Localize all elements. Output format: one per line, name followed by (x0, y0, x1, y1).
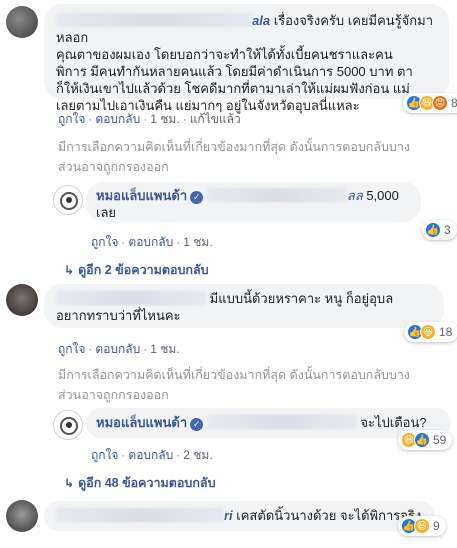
reaction-summary[interactable]: 👍 😆 9 (398, 516, 446, 536)
comment-text: ก็ให้เงินเขาไปแล้วด้วย โชคดีมากที่ตามาเล… (56, 81, 410, 96)
mention-tail[interactable]: ลล (347, 188, 363, 203)
comment-actions: ถูกใจ · ตอบกลับ · 1 ชม. (58, 342, 180, 356)
reply-text: จะไปเตือน? (360, 415, 427, 430)
reaction-count: 18 (439, 325, 453, 339)
timestamp[interactable]: 1 ชม. (150, 342, 179, 356)
reply-bubble: หมอแล็บแพนด้า ✓ ลล 5,000 เลย (86, 182, 421, 222)
mention-blurred[interactable] (206, 188, 347, 202)
commenter-avatar[interactable] (6, 284, 38, 316)
comment-line: ala เรื่องจริงครับ เคยมีคนรู้จักมาหลอก (56, 12, 437, 46)
reply-line: หมอแล็บแพนด้า ✓ ลล 5,000 (96, 187, 411, 204)
comment-bubble: มีแบบนี้ด้วยหราคาะ หนู ก็อยู่อุบล อยากทร… (44, 284, 444, 328)
verified-icon: ✓ (190, 418, 204, 431)
comment-bubble: ri เคสตัดนิ้วนางด้วย จะได้พิการจริง (44, 501, 434, 531)
filter-notice: มีการเลือกความคิดเห็นที่เกี่ยวข้องมากที่… (58, 140, 410, 174)
reply-avatar[interactable] (53, 410, 83, 440)
reaction-count: 3 (444, 223, 451, 237)
comment-line: ri เคสตัดนิ้วนางด้วย จะได้พิการจริง (56, 507, 422, 524)
comment-actions: ถูกใจ · ตอบกลับ · 1 ชม. · แก้ไขแล้ว (58, 112, 241, 126)
like-link[interactable]: ถูกใจ (91, 235, 118, 249)
like-link[interactable]: ถูกใจ (58, 112, 85, 126)
commenter-name-tail[interactable]: ri (224, 508, 233, 523)
commenter-name-blurred[interactable] (56, 13, 252, 27)
reply-link[interactable]: ตอบกลับ (128, 448, 173, 462)
comment-text: พิการ มีคนทำกันหลายคนแล้ว โดยมีค่าดำเนิน… (56, 64, 413, 79)
reply-avatar[interactable] (53, 185, 83, 215)
commenter-name-tail[interactable]: ala (252, 13, 270, 28)
reply-reaction-summary[interactable]: 😆 👍 59 (398, 430, 453, 450)
comment-bubble: ala เรื่องจริงครับ เคยมีคนรู้จักมาหลอก ค… (44, 4, 449, 113)
commenter-avatar[interactable] (6, 500, 38, 532)
view-more-replies[interactable]: ↳ ดูอีก 2 ข้อความตอบกลับ (64, 260, 209, 280)
reply-line: หมอแล็บแพนด้า ✓ จะไปเตือน? (96, 414, 441, 431)
like-icon: 👍 (414, 432, 430, 448)
comment-text: อยากทราบว่าที่ไหนคะ (56, 308, 181, 323)
reply-text: 5,000 (366, 188, 399, 203)
commenter-name-blurred[interactable] (56, 508, 224, 522)
reaction-count: 59 (433, 433, 447, 447)
reply-arrow-icon: ↳ (64, 476, 75, 490)
reply-actions: ถูกใจ · ตอบกลับ · 2 ชม. (91, 448, 213, 462)
timestamp[interactable]: 1 ชม. (150, 112, 179, 126)
reply-link[interactable]: ตอบกลับ (95, 112, 140, 126)
reaction-summary[interactable]: 👍 😆 😡 81 (403, 93, 457, 113)
reaction-count: 81 (451, 96, 457, 110)
haha-icon: 😆 (414, 518, 430, 534)
view-more-replies-label: ดูอีก 2 ข้อความตอบกลับ (78, 263, 209, 277)
commenter-avatar[interactable] (6, 6, 38, 38)
comment-text: เคสตัดนิ้วนางด้วย จะได้พิการจริง (236, 508, 422, 523)
like-icon: 👍 (425, 222, 441, 238)
comment-text: มีแบบนี้ด้วยหราคาะ หนู ก็อยู่อุบล (209, 291, 394, 306)
comment-line: มีแบบนี้ด้วยหราคาะ หนู ก็อยู่อุบล (56, 290, 432, 307)
edited-label[interactable]: แก้ไขแล้ว (190, 112, 241, 126)
angry-icon: 😡 (432, 95, 448, 111)
reply-arrow-icon: ↳ (64, 263, 75, 277)
reply-link[interactable]: ตอบกลับ (128, 235, 173, 249)
reply-author-name[interactable]: หมอแล็บแพนด้า (96, 188, 187, 203)
timestamp[interactable]: 1 ชม. (183, 235, 212, 249)
reaction-count: 9 (433, 519, 440, 533)
haha-icon: 😆 (420, 324, 436, 340)
like-link[interactable]: ถูกใจ (91, 448, 118, 462)
timestamp[interactable]: 2 ชม. (183, 448, 212, 462)
mention-blurred[interactable] (206, 415, 357, 429)
verified-icon: ✓ (190, 191, 204, 204)
reply-text: เลย (96, 205, 117, 220)
reaction-summary[interactable]: 👍 😆 18 (404, 322, 457, 342)
view-more-replies[interactable]: ↳ ดูอีก 48 ข้อความตอบกลับ (64, 473, 216, 493)
filter-notice: มีการเลือกความคิดเห็นที่เกี่ยวข้องมากที่… (58, 368, 410, 402)
view-more-replies-label: ดูอีก 48 ข้อความตอบกลับ (78, 476, 216, 490)
reply-reaction-summary[interactable]: 👍 3 (422, 220, 457, 240)
reply-link[interactable]: ตอบกลับ (95, 342, 140, 356)
commenter-name-blurred[interactable] (56, 291, 206, 305)
comment-text: คุณตาของผมเอง โดยบอกว่าจะทำให้ได้ทั้งเบี… (56, 47, 393, 62)
reply-bubble: หมอแล็บแพนด้า ✓ จะไปเตือน? (86, 408, 451, 438)
reply-author-name[interactable]: หมอแล็บแพนด้า (96, 415, 187, 430)
like-link[interactable]: ถูกใจ (58, 342, 85, 356)
reply-actions: ถูกใจ · ตอบกลับ · 1 ชม. (91, 235, 213, 249)
